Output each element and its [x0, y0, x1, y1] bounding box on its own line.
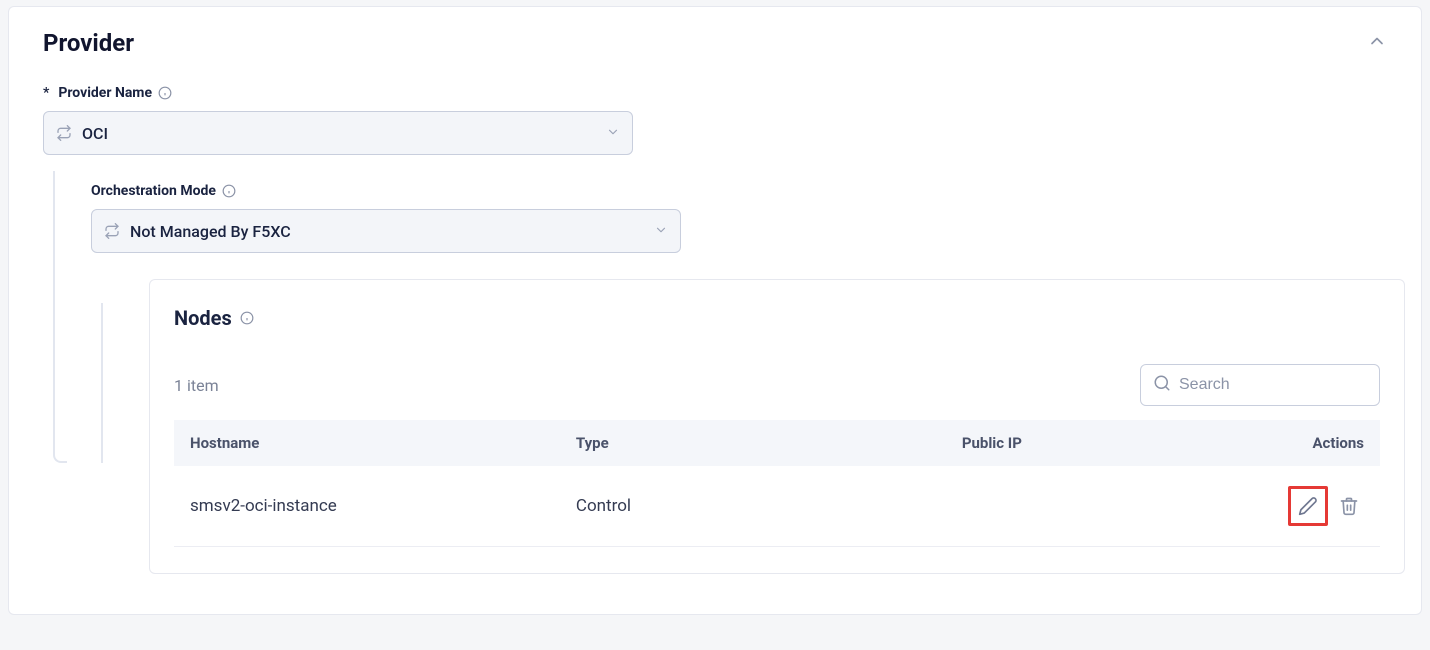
col-hostname: Hostname	[174, 420, 560, 466]
cell-hostname: smsv2-oci-instance	[174, 466, 560, 547]
panel-header: Provider	[43, 29, 1387, 57]
nodes-card: Nodes 1 item	[149, 279, 1405, 574]
nodes-title-text: Nodes	[174, 306, 232, 330]
col-public-ip: Public IP	[946, 420, 1235, 466]
edit-button[interactable]	[1288, 486, 1328, 526]
nodes-search-input[interactable]	[1179, 376, 1386, 394]
table-header-row: Hostname Type Public IP Actions	[174, 420, 1380, 466]
col-type: Type	[560, 420, 946, 466]
provider-name-value: OCI	[82, 124, 108, 143]
orchestration-mode-label: Orchestration Mode	[91, 183, 1387, 199]
chevron-down-icon	[606, 124, 620, 143]
nodes-search-box[interactable]	[1140, 364, 1380, 406]
chevron-up-icon[interactable]	[1367, 31, 1387, 55]
tree-connector	[53, 171, 67, 463]
info-icon[interactable]	[158, 86, 172, 100]
info-icon[interactable]	[240, 311, 254, 325]
chevron-down-icon	[654, 222, 668, 241]
provider-name-label-text: Provider Name	[58, 85, 152, 101]
orchestration-mode-select[interactable]: Not Managed By F5XC	[91, 209, 681, 253]
orchestration-mode-value: Not Managed By F5XC	[130, 222, 291, 241]
swap-icon	[56, 125, 72, 141]
table-row: smsv2-oci-instance Control	[174, 466, 1380, 547]
delete-button[interactable]	[1334, 491, 1364, 521]
actions-cell	[1251, 486, 1364, 526]
nodes-item-count: 1 item	[174, 376, 219, 395]
provider-name-select[interactable]: OCI	[43, 111, 633, 155]
panel-title: Provider	[43, 29, 134, 57]
info-icon[interactable]	[222, 184, 236, 198]
pencil-icon	[1298, 496, 1318, 516]
col-actions: Actions	[1235, 420, 1380, 466]
required-asterisk: *	[43, 85, 49, 101]
swap-icon	[104, 223, 120, 239]
nodes-table: Hostname Type Public IP Actions smsv2-oc…	[174, 420, 1380, 547]
cell-public-ip	[946, 466, 1235, 547]
nodes-toolbar: 1 item	[174, 364, 1380, 406]
orchestration-mode-label-text: Orchestration Mode	[91, 183, 216, 199]
search-icon	[1153, 374, 1171, 396]
provider-name-label: * Provider Name	[43, 85, 1387, 101]
nodes-title: Nodes	[174, 306, 1380, 330]
trash-icon	[1339, 496, 1359, 516]
cell-type: Control	[560, 466, 946, 547]
provider-panel: Provider * Provider Name OCI Orchestrati…	[8, 6, 1422, 615]
